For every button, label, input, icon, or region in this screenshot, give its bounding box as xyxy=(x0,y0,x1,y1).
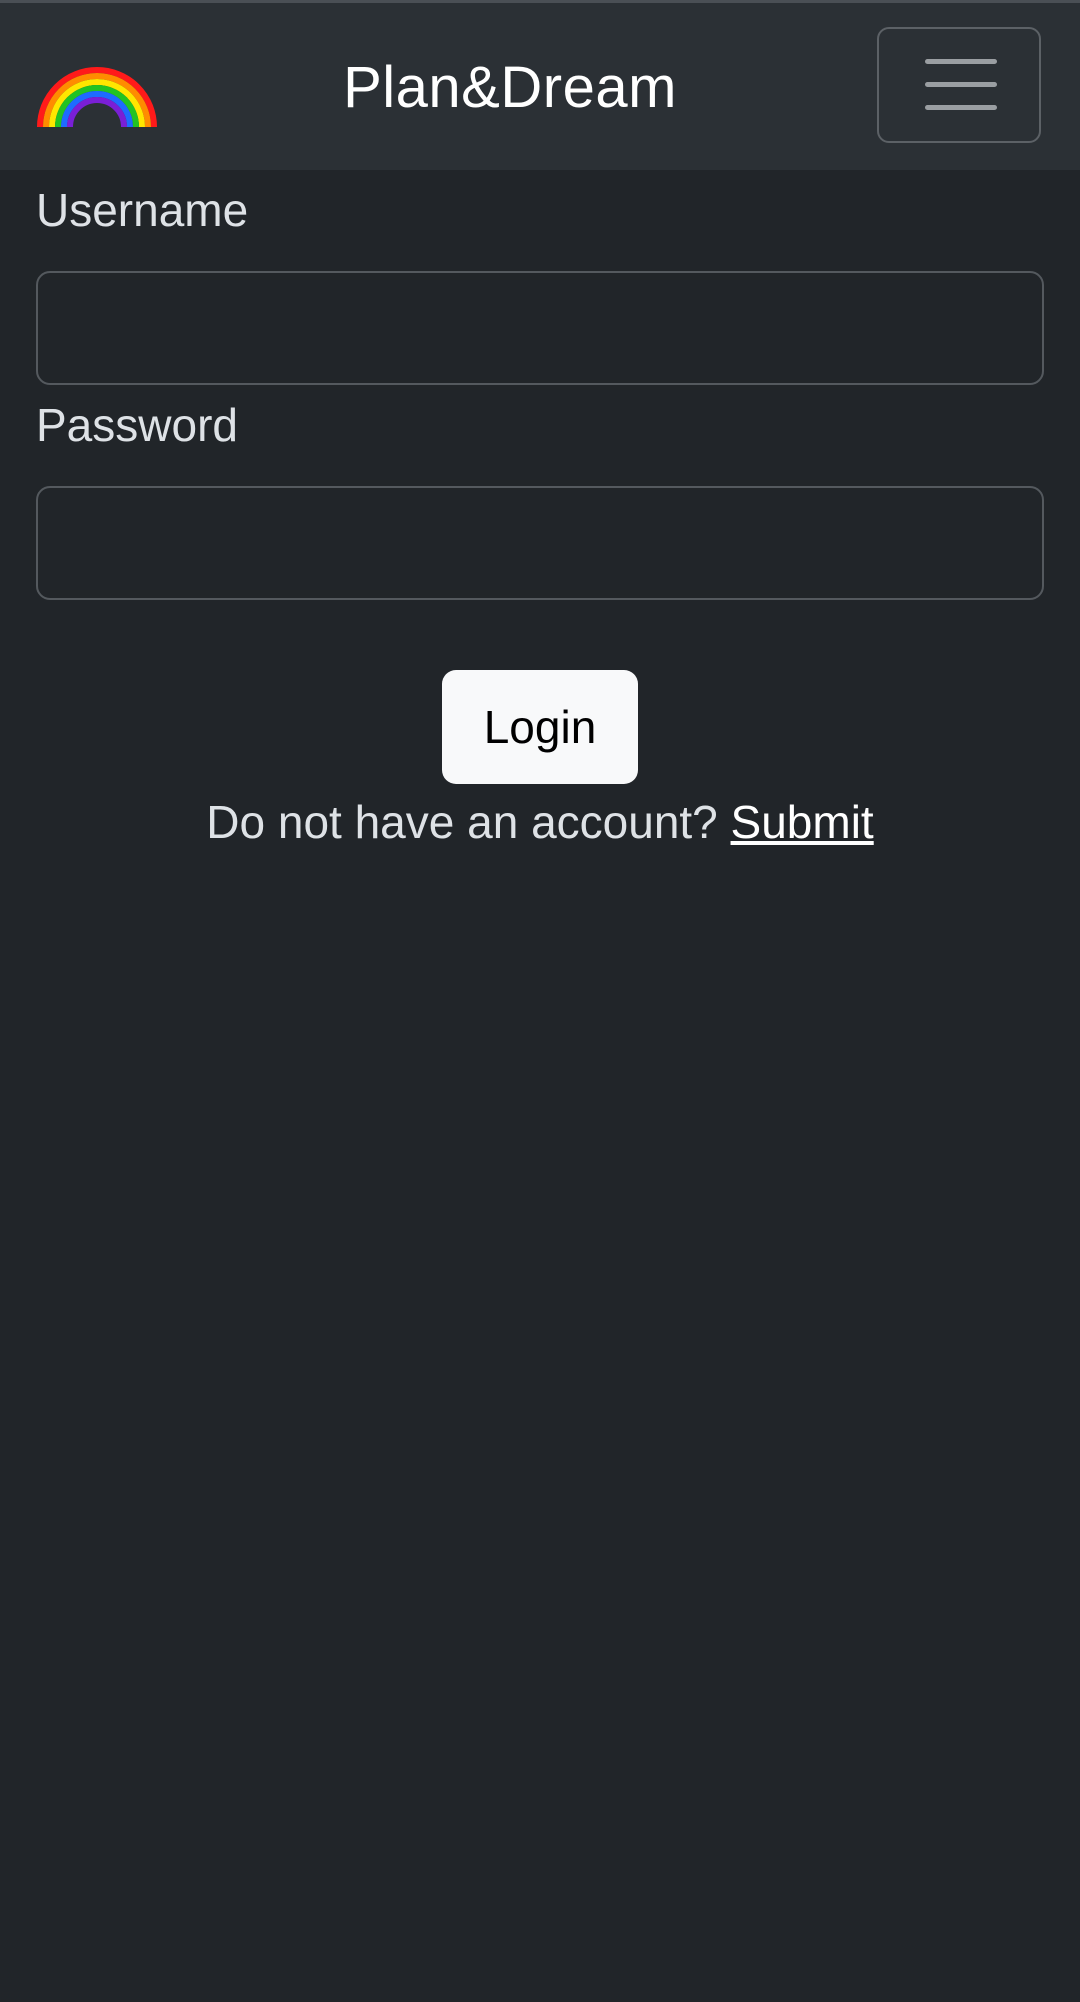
username-input[interactable] xyxy=(36,271,1044,385)
hamburger-menu-icon-bottom xyxy=(925,105,997,110)
login-button-wrapper: Login xyxy=(36,670,1044,784)
hamburger-menu-icon xyxy=(925,59,997,64)
signup-prompt-text: Do not have an account? xyxy=(206,796,718,848)
hamburger-menu-icon-middle xyxy=(925,82,997,87)
menu-toggle-button[interactable] xyxy=(877,27,1041,143)
navbar: Plan&Dream xyxy=(0,3,1080,170)
login-button[interactable]: Login xyxy=(442,670,638,784)
username-label: Username xyxy=(36,184,249,236)
login-form: Username Password Login Do not have an a… xyxy=(0,170,1080,852)
password-label: Password xyxy=(36,399,238,451)
password-input[interactable] xyxy=(36,486,1044,600)
signup-submit-link[interactable]: Submit xyxy=(731,796,874,848)
signup-prompt-line: Do not have an account? Submit xyxy=(36,792,1044,852)
